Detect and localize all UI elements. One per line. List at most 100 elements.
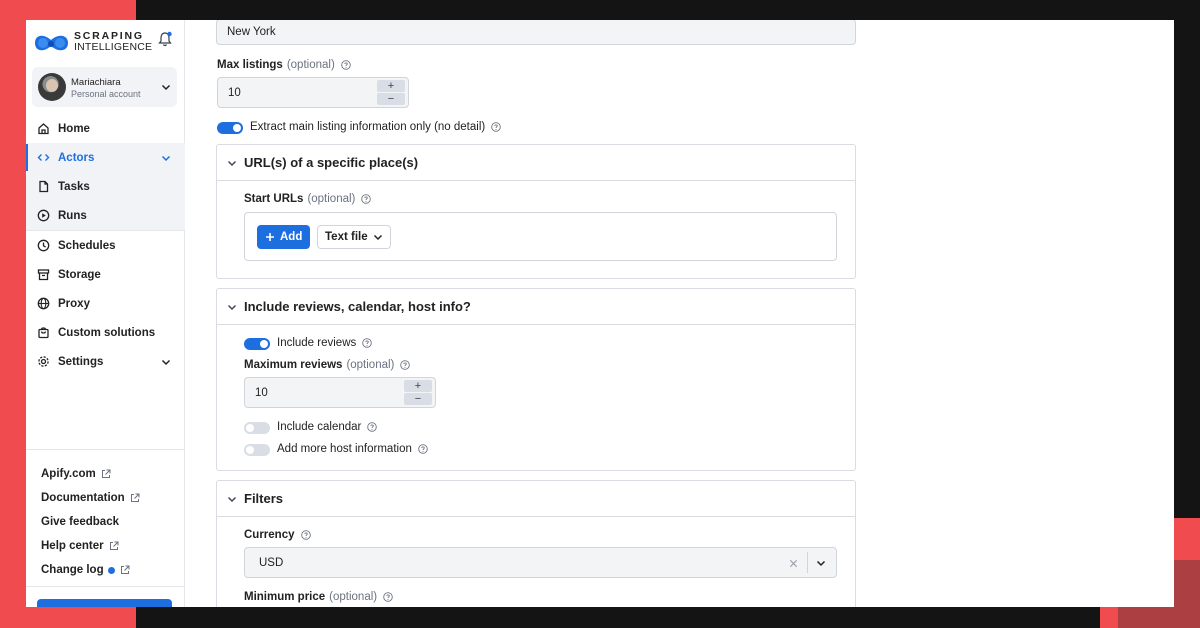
sidebar-item-runs[interactable]: Runs <box>26 201 185 230</box>
section-filters: Filters Currency USD Minimum price (opti… <box>216 480 856 607</box>
section-header[interactable]: URL(s) of a specific place(s) <box>217 145 855 181</box>
account-switcher[interactable]: Mariachiara Personal account <box>32 67 177 107</box>
sidebar-item-schedules[interactable]: Schedules <box>26 231 185 260</box>
notification-bell-icon[interactable] <box>158 31 172 47</box>
extract-main-toggle[interactable] <box>217 122 243 134</box>
sidebar-item-actors[interactable]: Actors <box>26 143 185 172</box>
increment-button[interactable]: + <box>377 80 405 92</box>
include-reviews-label: Include reviews <box>277 337 373 349</box>
footer-divider <box>26 586 185 587</box>
min-price-label: Minimum price (optional) <box>244 591 393 603</box>
account-type: Personal account <box>71 89 141 99</box>
gear-icon <box>37 355 50 368</box>
optional-tag: (optional) <box>346 359 395 371</box>
help-circle-icon[interactable] <box>341 60 351 70</box>
include-calendar-toggle[interactable] <box>244 422 270 434</box>
sidebar-item-storage[interactable]: Storage <box>26 260 185 289</box>
help-circle-icon[interactable] <box>362 338 373 348</box>
clear-icon[interactable] <box>789 559 798 568</box>
chevron-down-icon[interactable] <box>816 558 826 568</box>
help-circle-icon[interactable] <box>300 530 311 540</box>
link-label: Apify.com <box>41 468 96 480</box>
extract-main-label: Extract main listing information only (n… <box>250 121 501 133</box>
start-urls-label: Start URLs (optional) <box>244 193 372 205</box>
sidebar-item-label: Actors <box>58 151 95 164</box>
sidebar-item-label: Settings <box>58 355 104 368</box>
host-info-label: Add more host information <box>277 443 428 455</box>
increment-button[interactable]: + <box>404 380 432 392</box>
max-listings-input[interactable]: 10 + − <box>217 77 409 108</box>
help-circle-icon[interactable] <box>383 592 393 602</box>
sidebar-footer: Apify.com Documentation Give feedback He… <box>26 449 185 582</box>
decrement-button[interactable]: − <box>404 393 432 405</box>
new-dot-indicator <box>107 566 115 574</box>
sidebar-item-home[interactable]: Home <box>26 114 185 143</box>
section-reviews-calendar-host: Include reviews, calendar, host info? In… <box>216 288 856 471</box>
include-calendar-label: Include calendar <box>277 421 378 433</box>
link-change-log[interactable]: Change log <box>26 558 185 582</box>
max-reviews-input[interactable]: 10 + − <box>244 377 436 408</box>
sidebar-item-settings[interactable]: Settings <box>26 347 185 376</box>
input-value: 10 <box>228 86 241 99</box>
sidebar-item-tasks[interactable]: Tasks <box>26 172 185 201</box>
section-header[interactable]: Include reviews, calendar, host info? <box>217 289 855 325</box>
help-circle-icon[interactable] <box>367 422 378 432</box>
help-circle-icon[interactable] <box>418 444 428 454</box>
archive-icon <box>37 268 50 281</box>
sidebar: SCRAPING INTELLIGENCE Mariachiara Person… <box>26 20 185 607</box>
section-header[interactable]: Filters <box>217 481 855 517</box>
location-query-input[interactable]: New York <box>216 20 856 45</box>
link-help-center[interactable]: Help center <box>26 534 185 558</box>
link-apify[interactable]: Apify.com <box>26 462 185 486</box>
globe-icon <box>37 297 50 310</box>
brand-line2: INTELLIGENCE <box>74 41 153 53</box>
sidebar-item-label: Custom solutions <box>58 326 156 339</box>
sidebar-bottom-button[interactable] <box>37 599 172 607</box>
shopping-bag-icon <box>37 326 50 339</box>
home-icon <box>37 122 50 135</box>
label-text: Add more host information <box>277 443 412 455</box>
label-text: Max listings <box>217 59 283 71</box>
sidebar-item-proxy[interactable]: Proxy <box>26 289 185 318</box>
currency-select[interactable]: USD <box>244 547 837 578</box>
chevron-down-icon <box>161 155 171 162</box>
input-value: 10 <box>255 386 268 399</box>
help-circle-icon[interactable] <box>361 194 372 204</box>
text-file-dropdown[interactable]: Text file <box>317 225 391 249</box>
decrement-button[interactable]: − <box>377 93 405 105</box>
link-documentation[interactable]: Documentation <box>26 486 185 510</box>
section-specific-places: URL(s) of a specific place(s) Start URLs… <box>216 144 856 279</box>
label-text: Maximum reviews <box>244 359 343 371</box>
host-info-toggle[interactable] <box>244 444 270 456</box>
label-text: Include calendar <box>277 421 362 433</box>
chevron-down-icon <box>228 305 236 310</box>
link-label: Give feedback <box>41 516 119 528</box>
link-label: Documentation <box>41 492 125 504</box>
sidebar-item-label: Runs <box>58 209 87 222</box>
brand[interactable]: SCRAPING INTELLIGENCE <box>33 30 153 60</box>
chevron-down-icon <box>373 234 382 241</box>
sidebar-item-label: Proxy <box>58 297 90 310</box>
label-text: Currency <box>244 529 295 541</box>
max-reviews-label: Maximum reviews (optional) <box>244 359 411 371</box>
label-text: Include reviews <box>277 337 357 349</box>
button-label: Text file <box>325 231 368 243</box>
add-url-button[interactable]: Add <box>257 225 311 249</box>
link-label: Change log <box>41 564 104 576</box>
document-icon <box>37 180 50 193</box>
chevron-down-icon <box>161 359 171 366</box>
chevron-down-icon <box>161 84 171 91</box>
clock-icon <box>37 239 50 252</box>
max-reviews-stepper: + − <box>404 380 432 406</box>
include-reviews-toggle[interactable] <box>244 338 270 350</box>
max-listings-label: Max listings (optional) <box>217 59 351 71</box>
plus-icon <box>266 233 274 241</box>
select-divider <box>807 552 808 573</box>
help-circle-icon[interactable] <box>491 122 501 132</box>
link-label: Help center <box>41 540 104 552</box>
chevron-down-icon <box>228 161 236 166</box>
label-text: Minimum price <box>244 591 326 603</box>
link-give-feedback[interactable]: Give feedback <box>26 510 185 534</box>
help-circle-icon[interactable] <box>400 360 411 370</box>
sidebar-item-custom-solutions[interactable]: Custom solutions <box>26 318 185 347</box>
